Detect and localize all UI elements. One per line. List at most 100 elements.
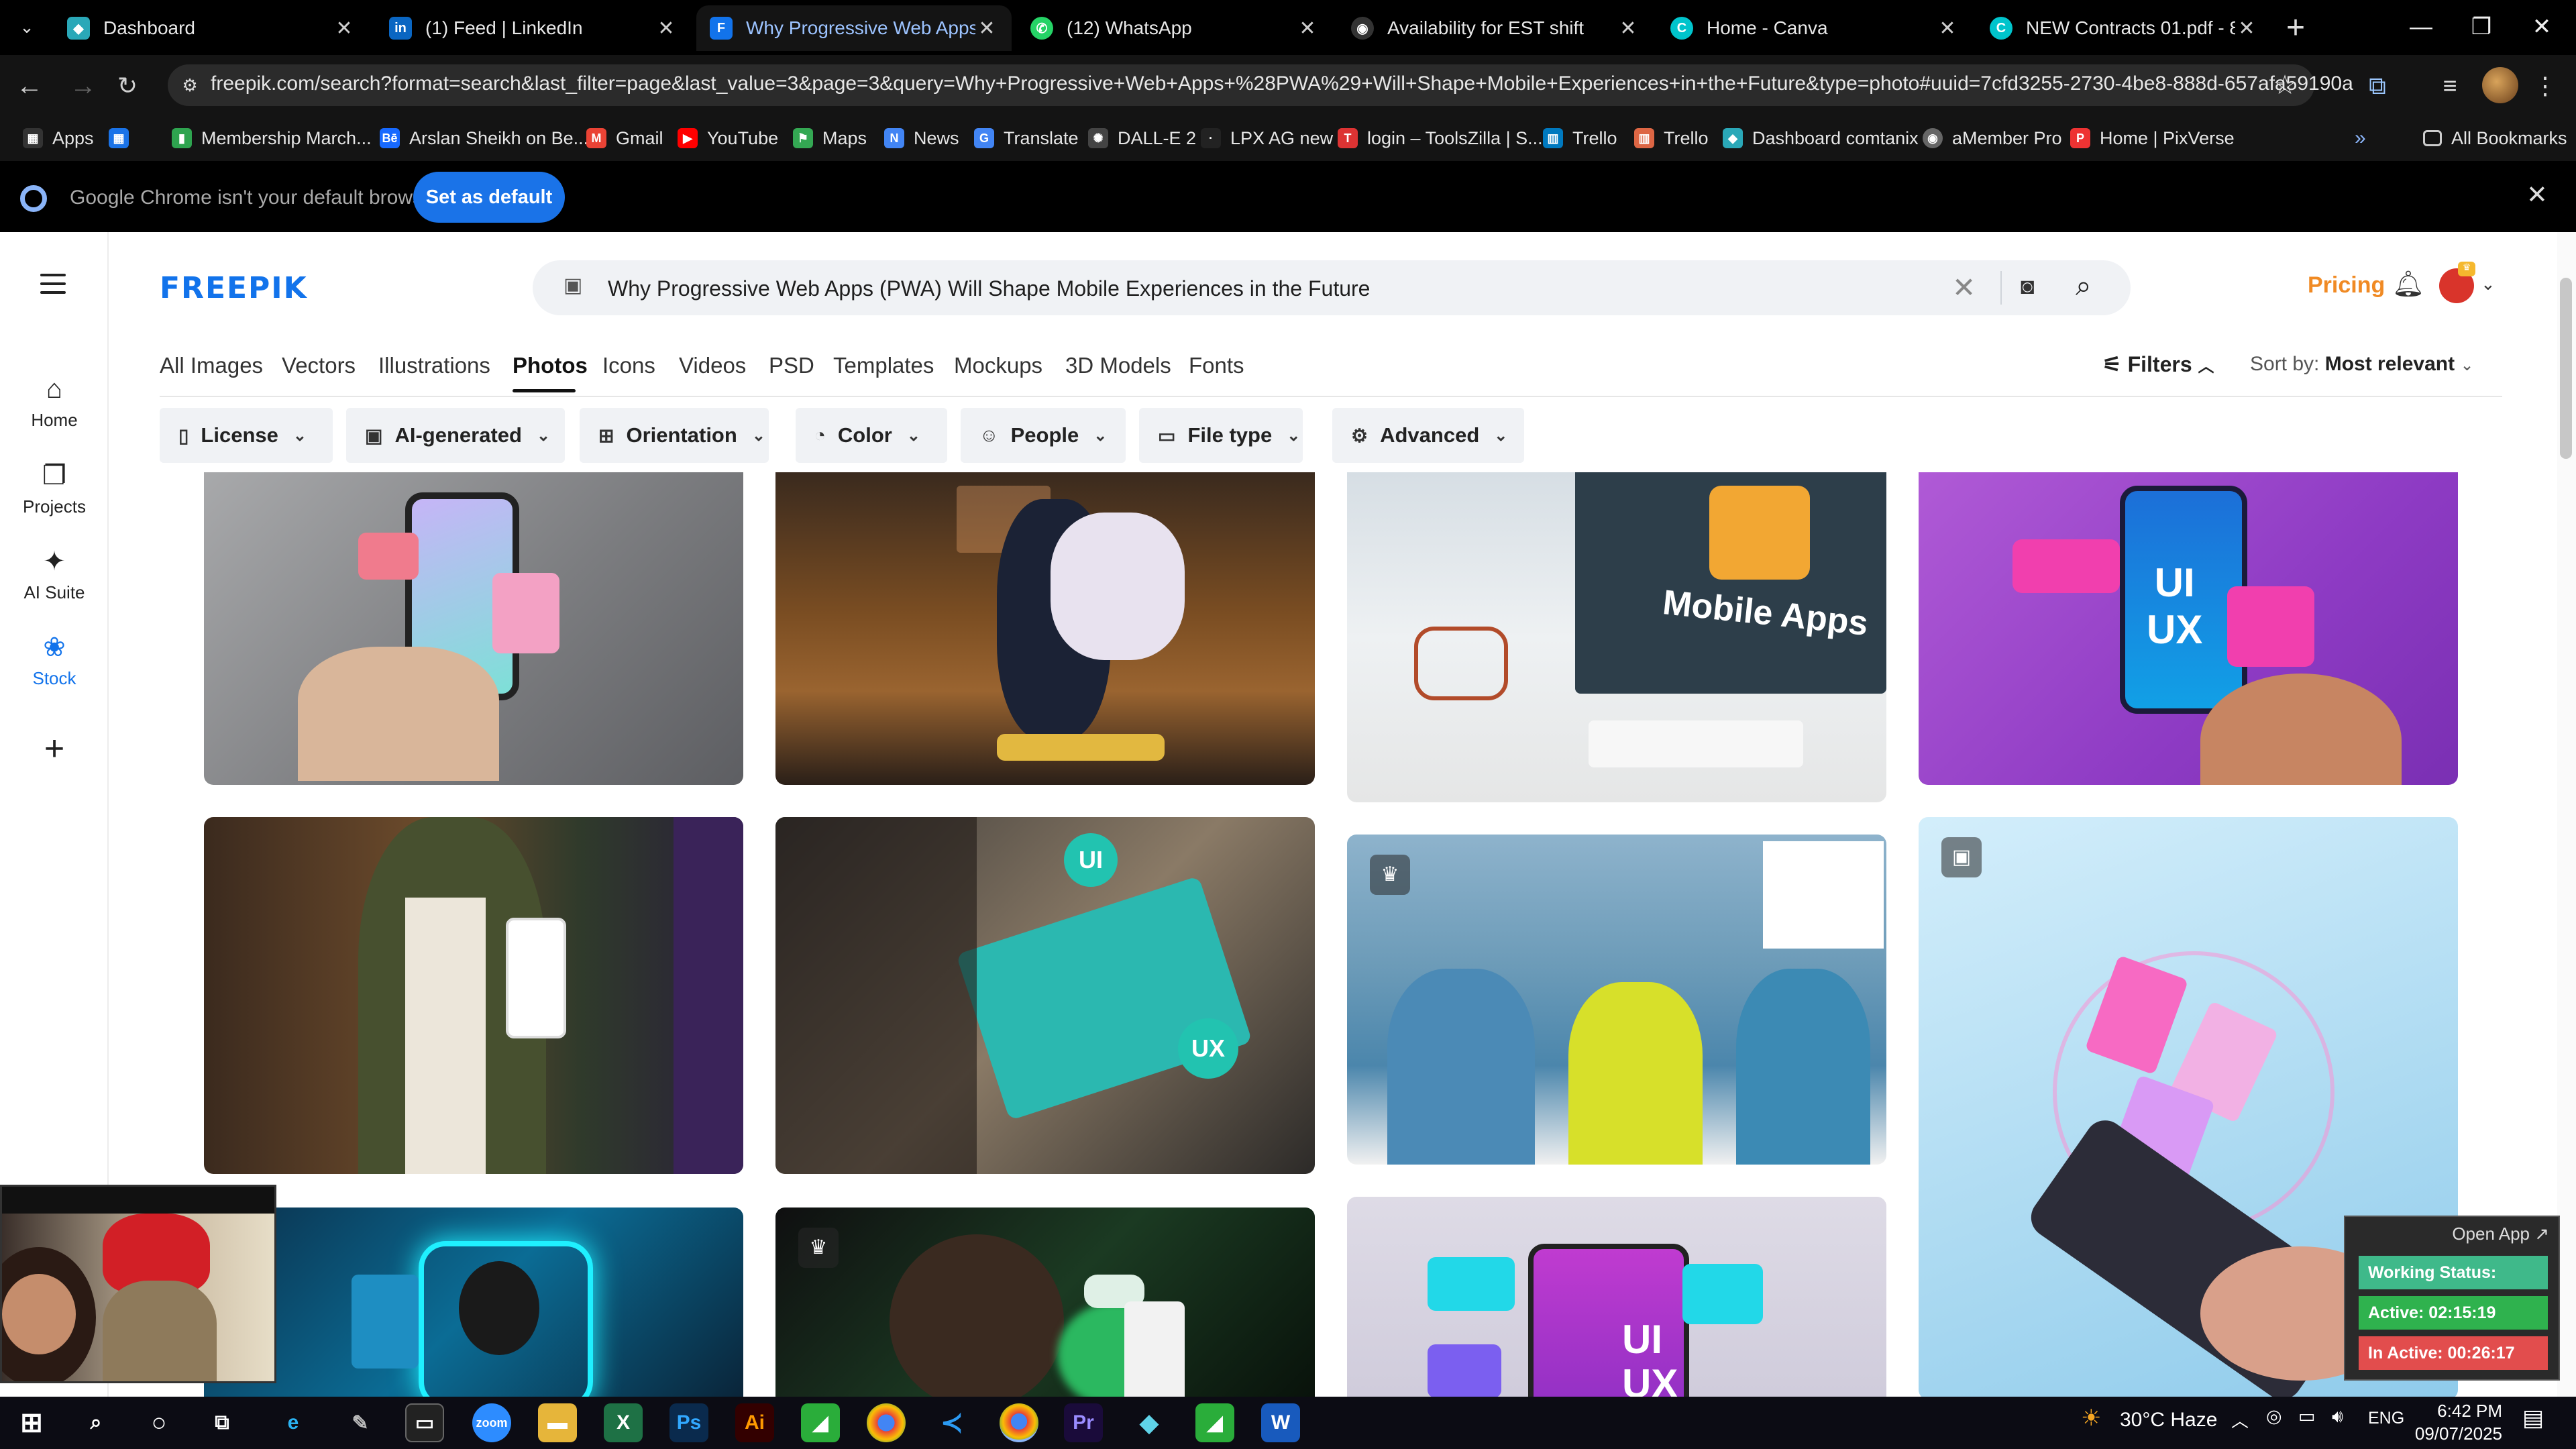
zoom-icon[interactable]: zoom: [472, 1403, 511, 1442]
address-bar[interactable]: ⚙ freepik.com/search?format=search&last_…: [168, 64, 2353, 106]
rail-projects[interactable]: ❐ Projects: [0, 460, 109, 517]
bookmark-maps[interactable]: ⚑ Maps: [793, 122, 867, 154]
photo-laptop-ui-ux[interactable]: UI UX: [775, 817, 1315, 1174]
plus-icon[interactable]: +: [0, 729, 109, 769]
premiere-icon[interactable]: Pr: [1064, 1403, 1103, 1442]
forward-button[interactable]: →: [67, 70, 99, 102]
menu-icon[interactable]: [40, 274, 66, 300]
bookmark-dalle[interactable]: ✺ DALL-E 2: [1088, 122, 1196, 154]
tab-icons[interactable]: Icons: [602, 353, 655, 378]
photo-ui-ux-phone-purple[interactable]: UI UX: [1919, 472, 2458, 785]
tab-close-icon[interactable]: ✕: [2235, 17, 2258, 40]
tab-3d-models[interactable]: 3D Models: [1065, 353, 1171, 378]
filter-orientation[interactable]: ⊞ Orientation ⌄: [580, 408, 769, 463]
vscode-icon[interactable]: ≺: [932, 1403, 971, 1442]
bookmark-pixverse[interactable]: P Home | PixVerse: [2070, 122, 2235, 154]
browser-profile-avatar[interactable]: [2482, 67, 2518, 103]
windows-start-icon[interactable]: ⊞: [12, 1403, 51, 1442]
bookmark-amember[interactable]: ◉ aMember Pro: [1923, 122, 2062, 154]
search-bar[interactable]: ▣ Why Progressive Web Apps (PWA) Will Sh…: [533, 260, 2131, 315]
set-as-default-button[interactable]: Set as default: [413, 172, 565, 223]
tab-close-icon[interactable]: ✕: [333, 17, 356, 40]
clear-search-icon[interactable]: ✕: [1952, 271, 1976, 304]
tab-photos[interactable]: Photos: [513, 353, 588, 378]
back-button[interactable]: ←: [13, 70, 46, 102]
bookmark-dashboard-comtanix[interactable]: ◆ Dashboard comtanix: [1723, 122, 1919, 154]
bookmark-apps[interactable]: ▦ Apps: [23, 122, 94, 154]
tab-close-icon[interactable]: ✕: [1296, 17, 1319, 40]
terminal-icon[interactable]: ▭: [405, 1403, 444, 1442]
bookmark-trello-2[interactable]: ▥ Trello: [1634, 122, 1709, 154]
word-icon[interactable]: W: [1261, 1403, 1300, 1442]
bell-icon[interactable]: 🔔︎: [2392, 270, 2424, 299]
tab-availability[interactable]: ◉ Availability for EST shift ✕: [1338, 5, 1653, 51]
pricing-link[interactable]: Pricing: [2308, 272, 2385, 299]
photo-mobile-apps-desktop[interactable]: Mobile Apps: [1347, 472, 1886, 802]
green-app-icon[interactable]: ◢: [801, 1403, 840, 1442]
illustrator-icon[interactable]: Ai: [735, 1403, 774, 1442]
tab-mockups[interactable]: Mockups: [954, 353, 1042, 378]
tab-all-images[interactable]: All Images: [160, 353, 263, 378]
weather-text[interactable]: 30°C Haze: [2120, 1409, 2217, 1432]
volume-icon[interactable]: 🔊︎: [2332, 1406, 2343, 1428]
task-view-icon[interactable]: ⧉: [203, 1403, 241, 1442]
photo-woman-sitting-phone[interactable]: [775, 472, 1315, 785]
photo-friends-vr-gaming[interactable]: ♛: [1347, 835, 1886, 1165]
close-window-button[interactable]: ✕: [2505, 7, 2576, 47]
bookmark-star-icon[interactable]: ☆: [2273, 70, 2297, 101]
chevron-up-icon[interactable]: ︿: [2231, 1407, 2249, 1432]
photo-man-phone-lamp[interactable]: ♛: [775, 1208, 1315, 1397]
site-info-icon[interactable]: ⚙: [178, 74, 201, 97]
scrollbar-thumb[interactable]: [2560, 278, 2572, 459]
tab-psd[interactable]: PSD: [769, 353, 814, 378]
sort-dropdown[interactable]: Sort by: Most relevant ⌄: [2250, 353, 2474, 376]
tab-templates[interactable]: Templates: [833, 353, 934, 378]
tab-close-icon[interactable]: ✕: [1617, 17, 1640, 40]
extensions-icon[interactable]: ⧉: [2360, 68, 2395, 103]
camera-search-icon[interactable]: ◙: [2021, 274, 2035, 300]
media-controls-icon[interactable]: ≡: [2432, 68, 2467, 103]
tab-dashboard[interactable]: ◆ Dashboard ✕: [54, 5, 369, 51]
search-icon[interactable]: ⌕: [2076, 270, 2092, 303]
open-app-link[interactable]: Open App ↗: [2452, 1224, 2549, 1244]
tab-fonts[interactable]: Fonts: [1189, 353, 1244, 378]
tab-canva-home[interactable]: C Home - Canva ✕: [1657, 5, 1972, 51]
bookmark-toolszilla[interactable]: Tlogin – ToolsZilla | S...: [1338, 122, 1543, 154]
filter-license[interactable]: ▯ License ⌄: [160, 408, 333, 463]
filter-people[interactable]: ☺ People ⌄: [961, 408, 1126, 463]
bookmark-grid[interactable]: ▦: [109, 122, 138, 154]
tab-illustrations[interactable]: Illustrations: [378, 353, 490, 378]
bookmark-membership[interactable]: ▮ Membership March...: [172, 122, 372, 154]
bookmark-lpx[interactable]: · LPX AG new: [1201, 122, 1333, 154]
chrome-active-icon[interactable]: [1000, 1403, 1038, 1442]
meet-now-icon[interactable]: ◎: [2266, 1406, 2282, 1427]
freepik-logo[interactable]: FREEPIK: [160, 271, 308, 305]
all-bookmarks[interactable]: All Bookmarks: [2423, 122, 2567, 154]
bookmarks-overflow-icon[interactable]: »: [2355, 122, 2366, 154]
filter-color[interactable]: ◔ Color ⌄: [796, 408, 947, 463]
chrome-icon[interactable]: [867, 1403, 906, 1442]
photoshop-icon[interactable]: Ps: [669, 1403, 708, 1442]
tab-linkedin[interactable]: in (1) Feed | LinkedIn ✕: [376, 5, 691, 51]
tab-close-icon[interactable]: ✕: [975, 17, 998, 40]
bookmark-trello-1[interactable]: ▥ Trello: [1543, 122, 1617, 154]
filter-advanced[interactable]: ⚙ Advanced ⌄: [1332, 408, 1524, 463]
tab-freepik[interactable]: F Why Progressive Web Apps (P... ✕: [696, 5, 1012, 51]
rail-stock[interactable]: ❀ Stock: [0, 632, 109, 689]
pen-tool-icon[interactable]: ✎: [341, 1403, 380, 1442]
search-input[interactable]: Why Progressive Web Apps (PWA) Will Shap…: [608, 276, 1370, 301]
banner-close-icon[interactable]: ✕: [2526, 180, 2548, 210]
search-icon[interactable]: ⌕: [76, 1403, 115, 1442]
bookmark-news[interactable]: N News: [884, 122, 959, 154]
photo-hand-phone-apps[interactable]: [204, 472, 743, 785]
chevron-down-icon[interactable]: ⌄: [2481, 274, 2496, 294]
bookmark-youtube[interactable]: ▶ YouTube: [678, 122, 778, 154]
tab-vectors[interactable]: Vectors: [282, 353, 356, 378]
bookmark-translate[interactable]: G Translate: [974, 122, 1079, 154]
photo-man-holding-phone[interactable]: [204, 817, 743, 1174]
app-diamond-icon[interactable]: ◆: [1130, 1403, 1169, 1442]
excel-icon[interactable]: X: [604, 1403, 643, 1442]
clock-date[interactable]: 09/07/2025: [2411, 1424, 2502, 1444]
edge-icon[interactable]: e: [274, 1403, 313, 1442]
cortana-icon[interactable]: ○: [140, 1403, 178, 1442]
